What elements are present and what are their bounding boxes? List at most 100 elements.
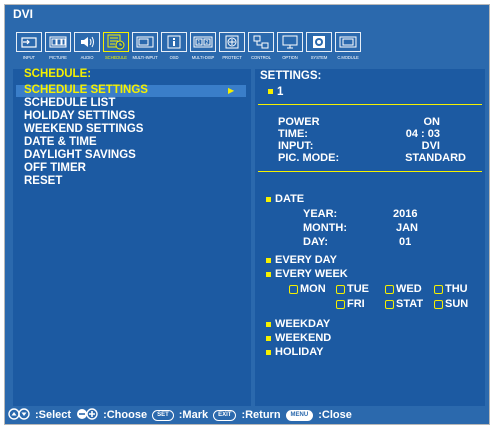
menu-item-schedule-list[interactable]: SCHEDULE LIST [24, 97, 115, 109]
day-label-fri: FRI [347, 298, 365, 310]
input-label: INPUT: [278, 140, 314, 152]
menu-button-icon: MENU [285, 409, 314, 421]
day-label-mon: MON [300, 283, 326, 295]
tool-schedule-label: SCHEDULE [104, 55, 127, 60]
schedule-icon [103, 32, 129, 52]
svg-text:1: 1 [198, 40, 201, 46]
menu-item-holiday-settings[interactable]: HOLIDAY SETTINGS [24, 110, 135, 122]
input-icon [16, 32, 42, 52]
tool-audio[interactable]: AUDIO [73, 30, 101, 64]
day-checkbox-thu[interactable]: THU [434, 283, 468, 295]
checkbox-icon [336, 284, 345, 294]
month-value[interactable]: JAN [396, 222, 418, 234]
bullet-icon [266, 349, 271, 355]
tool-protect-label: PROTECT [222, 55, 242, 60]
day-value[interactable]: 01 [399, 236, 411, 248]
day-label-sun: SUN [445, 298, 469, 310]
tool-input[interactable]: INPUT [15, 30, 43, 64]
tool-protect[interactable]: PROTECT [218, 30, 246, 64]
day-checkbox-mon[interactable]: MON [289, 283, 326, 295]
day-checkbox-tue[interactable]: TUE [336, 283, 369, 295]
tool-osd-label: OSD [169, 55, 179, 60]
bullet-icon [266, 196, 271, 202]
time-value[interactable]: 04 : 03 [350, 128, 440, 140]
module-icon [335, 32, 361, 52]
tool-osd[interactable]: OSD [160, 30, 188, 64]
gear-icon [306, 32, 332, 52]
date-option[interactable]: DATE [266, 193, 304, 205]
menu-item-schedule-settings[interactable]: SCHEDULE SETTINGS [16, 84, 246, 97]
settings-heading: SETTINGS: [260, 70, 322, 82]
day-label: DAY: [303, 236, 329, 248]
menu-item-date-time[interactable]: DATE & TIME [24, 136, 97, 148]
every-week-label: EVERY WEEK [275, 268, 348, 280]
day-checkbox-stat[interactable]: STAT [385, 298, 423, 310]
tool-audio-label: AUDIO [80, 55, 94, 60]
monitor-icon [277, 32, 303, 52]
weekend-option[interactable]: WEEKEND [266, 332, 331, 344]
tool-picture[interactable]: PICTURE [44, 30, 72, 64]
weekend-label: WEEKEND [275, 332, 332, 344]
tool-multi-disp[interactable]: 12 MULTI-DISP [189, 30, 217, 64]
tool-picture-label: PICTURE [49, 55, 67, 60]
footer-choose: :Choose [103, 409, 148, 421]
top-toolbar: INPUT PICTURE AUDIO SCHEDULE MULTI-INPUT [15, 30, 482, 64]
checkbox-icon [385, 284, 394, 294]
weekday-label: WEEKDAY [275, 318, 331, 330]
footer-help-bar: :Select :Choose SET :Mark EXIT :Return M… [8, 407, 486, 423]
checkbox-icon [336, 299, 345, 309]
bullet-icon [266, 271, 271, 277]
set-button-icon: SET [152, 409, 174, 421]
footer-close: :Close [318, 409, 352, 421]
exit-button-icon: EXIT [213, 409, 237, 421]
holiday-option[interactable]: HOLIDAY [266, 346, 324, 358]
tool-schedule[interactable]: SCHEDULE [102, 30, 130, 64]
pic-mode-value[interactable]: STANDARD [376, 152, 466, 164]
time-label: TIME: [278, 128, 308, 140]
date-label: DATE [275, 193, 305, 205]
tool-multi-input[interactable]: MULTI-INPUT [131, 30, 159, 64]
day-label-thu: THU [445, 283, 468, 295]
multi-input-icon [132, 32, 158, 52]
divider [258, 104, 482, 105]
tool-input-label: INPUT [22, 55, 36, 60]
menu-heading: SCHEDULE: [24, 68, 92, 80]
footer-select: :Select [35, 409, 72, 421]
power-value[interactable]: ON [350, 116, 441, 128]
every-day-label: EVERY DAY [275, 254, 337, 266]
window-title: DVI [13, 7, 34, 21]
year-value[interactable]: 2016 [393, 208, 417, 220]
tool-c-module[interactable]: C.MODULE [334, 30, 362, 64]
tool-system-label: SYSTEM [310, 55, 328, 60]
bullet-icon [266, 321, 271, 327]
menu-item-reset[interactable]: RESET [24, 175, 62, 187]
tool-c-module-label: C.MODULE [337, 55, 359, 60]
minus-plus-icon [76, 407, 98, 423]
day-label-stat: STAT [396, 298, 424, 310]
footer-return: :Return [241, 409, 281, 421]
tool-control-label: CONTROL [251, 55, 271, 60]
tool-option[interactable]: OPTION [276, 30, 304, 64]
tool-control[interactable]: CONTROL [247, 30, 275, 64]
weekday-option[interactable]: WEEKDAY [266, 318, 330, 330]
tool-multi-disp-label: MULTI-DISP [191, 55, 215, 60]
year-label: YEAR: [303, 208, 338, 220]
schedule-number[interactable]: 1 [268, 86, 283, 98]
day-checkbox-wed[interactable]: WED [385, 283, 422, 295]
menu-item-daylight-savings[interactable]: DAYLIGHT SAVINGS [24, 149, 136, 161]
up-down-icon [8, 407, 30, 423]
menu-item-weekend-settings[interactable]: WEEKEND SETTINGS [24, 123, 143, 135]
schedule-number-value: 1 [277, 86, 284, 98]
menu-item-off-timer[interactable]: OFF TIMER [24, 162, 86, 174]
control-icon [248, 32, 274, 52]
tool-system[interactable]: SYSTEM [305, 30, 333, 64]
every-day-option[interactable]: EVERY DAY [266, 254, 337, 266]
power-label: POWER [278, 116, 320, 128]
day-label-tue: TUE [347, 283, 369, 295]
every-week-option[interactable]: EVERY WEEK [266, 268, 348, 280]
day-checkbox-sun[interactable]: SUN [434, 298, 468, 310]
checkbox-icon [434, 299, 443, 309]
input-value[interactable]: DVI [350, 140, 440, 152]
day-checkbox-fri[interactable]: FRI [336, 298, 365, 310]
picture-icon [45, 32, 71, 52]
